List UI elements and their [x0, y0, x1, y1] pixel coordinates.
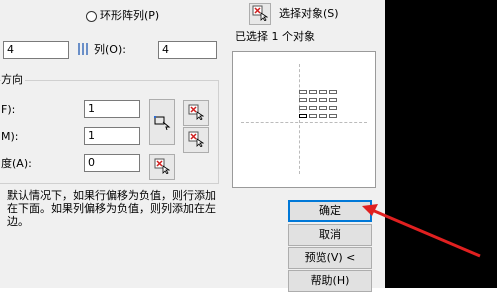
preview-array-cell — [299, 106, 307, 110]
preview-array-cell — [329, 90, 337, 94]
angle-input[interactable]: 0 — [84, 154, 140, 172]
select-objects-button[interactable] — [249, 3, 271, 25]
pick-col-offset-button[interactable] — [183, 127, 209, 153]
rows-input[interactable]: 4 — [3, 41, 69, 59]
preview-array-cell — [319, 98, 327, 102]
annotation-arrow — [362, 204, 481, 258]
preview-array-cell — [309, 114, 317, 118]
selected-count-text: 已选择 1 个对象 — [235, 30, 315, 43]
columns-input[interactable]: 4 — [158, 41, 217, 59]
preview-array-cell — [319, 90, 327, 94]
array-preview-pane — [232, 51, 376, 188]
columns-label: 列(O): — [94, 43, 126, 56]
row-offset-input[interactable]: 1 — [84, 100, 140, 118]
col-offset-input[interactable]: 1 — [84, 127, 140, 145]
offset-hint-text: 默认情况下，如果行偏移为负值，则行添加在下面。如果列偏移为负值，则列添加在左边。 — [7, 189, 216, 228]
pick-row-offset-button[interactable] — [183, 100, 209, 126]
preview-array-cell — [299, 90, 307, 94]
angle-label: 度(A): — [1, 157, 32, 170]
preview-array-cell — [309, 98, 317, 102]
preview-array-cell — [299, 114, 307, 118]
preview-array-cell — [329, 98, 337, 102]
pick-point-icon — [188, 131, 205, 150]
select-objects-label: 选择对象(S) — [279, 7, 339, 20]
preview-array-cell — [309, 106, 317, 110]
row-offset-label: F): — [1, 103, 16, 116]
preview-array-cell — [299, 98, 307, 102]
pick-both-offsets-button[interactable] — [149, 99, 175, 145]
offset-group-title: 方向 — [1, 73, 25, 87]
preview-horizontal-axis — [241, 122, 367, 123]
preview-array-cell — [319, 106, 327, 110]
pick-angle-button[interactable] — [149, 154, 175, 180]
pick-offset-icon — [154, 114, 172, 133]
pick-point-icon — [154, 158, 171, 177]
columns-icon — [77, 42, 91, 56]
select-objects-icon — [252, 5, 269, 24]
polar-array-label: 环形阵列(P) — [100, 9, 160, 22]
preview-vertical-axis — [299, 64, 300, 174]
array-dialog: 环形阵列(P) 4 列(O): 4 方向 F): 1 M): 1 度(A): 0… — [0, 0, 385, 292]
preview-array-cell — [319, 114, 327, 118]
preview-array-cell — [329, 114, 337, 118]
col-offset-label: M): — [1, 130, 19, 143]
preview-array-cell — [309, 90, 317, 94]
pick-point-icon — [188, 104, 205, 123]
preview-array-cell — [329, 106, 337, 110]
polar-array-radio[interactable] — [86, 11, 97, 22]
